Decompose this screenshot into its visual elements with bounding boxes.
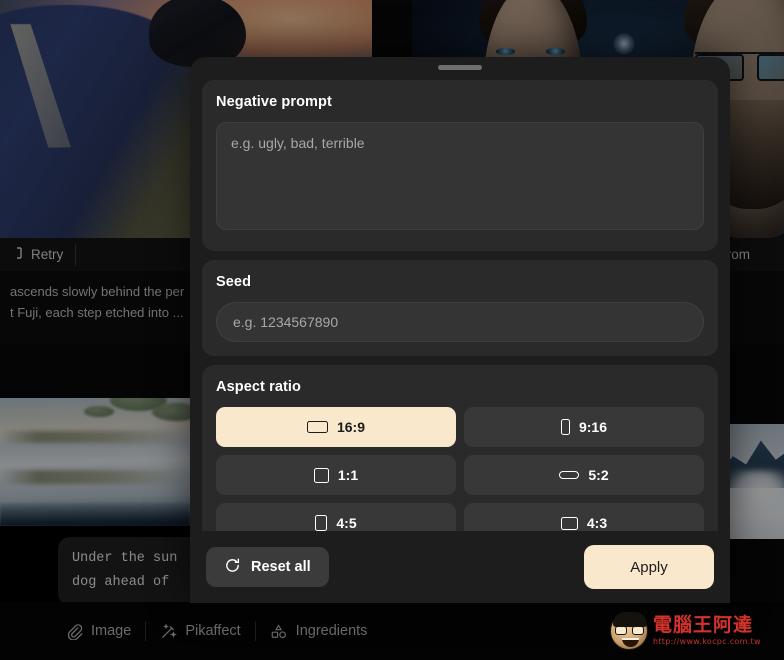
aspect-ratio-option-4-3[interactable]: 4:3 [464,503,704,531]
landscape-wide-icon [306,421,328,433]
landscape-icon [560,516,578,530]
aspect-ratio-label-4-5: 4:5 [336,515,357,531]
square-icon [313,467,329,483]
aspect-ratio-label-5-2: 5:2 [588,467,609,483]
apply-button[interactable]: Apply [584,545,714,589]
drag-handle[interactable] [438,65,482,70]
seed-title: Seed [216,274,252,290]
watermark-mascot-icon [610,612,648,650]
section-seed: Seed [202,260,718,356]
settings-modal: Negative prompt Seed Aspect ratio 16:9 [190,57,730,603]
settings-sheet: Negative prompt Seed Aspect ratio 16:9 [202,80,718,531]
portrait-icon [315,515,328,531]
aspect-ratio-option-5-2[interactable]: 5:2 [464,455,704,495]
negative-prompt-input[interactable] [216,122,704,230]
aspect-ratio-label-4-3: 4:3 [586,515,608,531]
aspect-ratio-option-4-5[interactable]: 4:5 [216,503,456,531]
seed-input[interactable] [216,302,704,342]
aspect-ratio-label-9-16: 9:16 [578,419,608,435]
negative-prompt-title: Negative prompt [216,94,332,110]
watermark-url: http://www.kocpc.com.tw [653,637,761,646]
landscape-ultrawide-icon [559,471,580,479]
aspect-ratio-option-9-16[interactable]: 9:16 [464,407,704,447]
section-negative-prompt: Negative prompt [202,80,718,251]
portrait-tall-icon [560,419,570,435]
modal-footer: Reset all Apply [202,531,718,603]
aspect-ratio-title: Aspect ratio [216,379,301,395]
crown-icon: ♛ [736,618,746,630]
aspect-ratio-option-16-9[interactable]: 16:9 [216,407,456,447]
section-aspect-ratio: Aspect ratio 16:9 9:16 1:1 5:2 4:5 4:3 [202,365,718,531]
refresh-icon [224,557,241,578]
reset-all-button[interactable]: Reset all [206,547,329,587]
aspect-ratio-label-1-1: 1:1 [337,467,359,483]
aspect-ratio-label-16-9: 16:9 [336,419,366,435]
reset-all-label: Reset all [251,559,311,575]
site-watermark: 電腦王阿達 http://www.kocpc.com.tw ♛ [610,610,776,652]
aspect-ratio-grid: 16:9 9:16 1:1 5:2 4:5 4:3 [216,407,704,531]
app-root: Retry ascends slowly behind the per t Fu… [0,0,784,660]
aspect-ratio-option-1-1[interactable]: 1:1 [216,455,456,495]
